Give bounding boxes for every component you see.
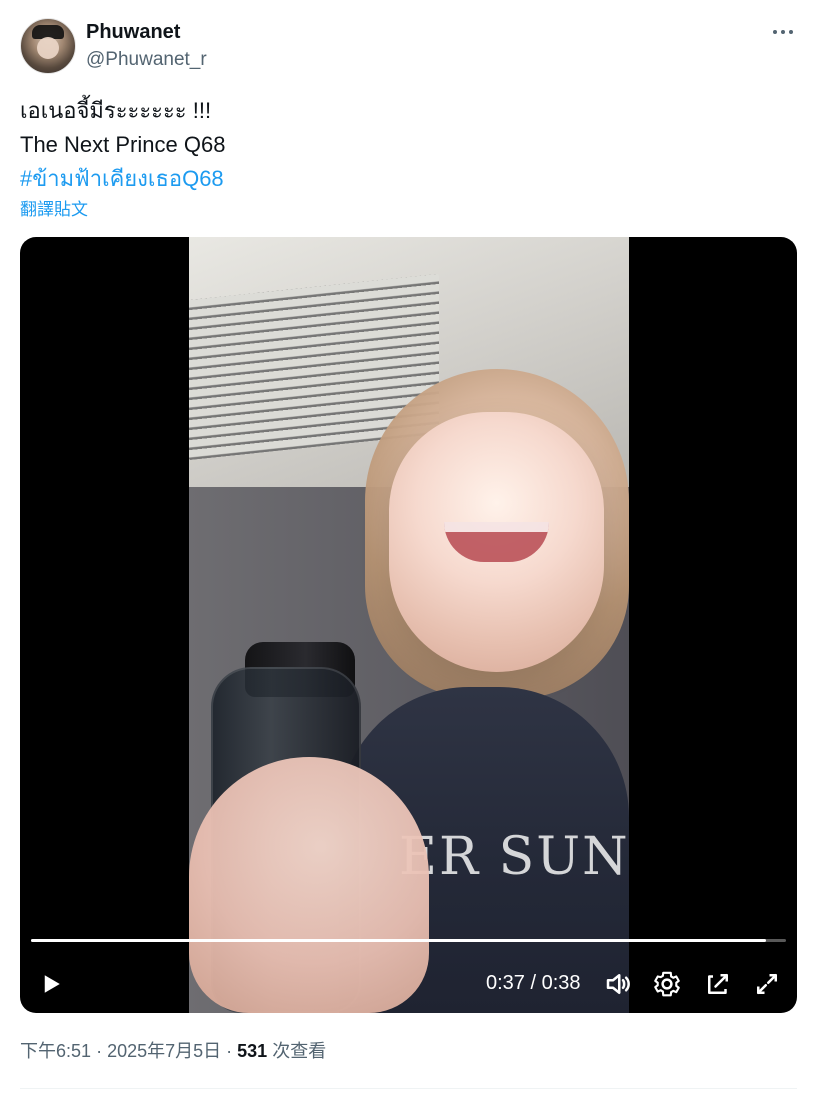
current-time: 0:37: [486, 972, 525, 994]
settings-button[interactable]: [652, 969, 682, 999]
duration-time: 0:38: [541, 972, 581, 994]
time-separator: /: [530, 972, 542, 994]
author-display-name[interactable]: Phuwanet: [86, 20, 180, 44]
post-text-line-1: เอเนอจี้มีระะะะะะ !!!: [20, 98, 212, 123]
video-controls: 0:37 / 0:38: [20, 953, 797, 1013]
volume-button[interactable]: [603, 969, 633, 999]
picture-in-picture-button[interactable]: [703, 969, 733, 999]
translate-post-link[interactable]: 翻譯貼文: [20, 195, 88, 220]
picture-in-picture-icon: [708, 974, 728, 994]
video-player[interactable]: ER SUN 0:37 / 0:38: [20, 237, 797, 1013]
progress-bar[interactable]: [31, 939, 786, 942]
video-frame[interactable]: ER SUN: [189, 237, 629, 1013]
more-options-button[interactable]: [768, 20, 798, 44]
meta-separator: ·: [96, 1041, 108, 1061]
meta-separator: ·: [226, 1041, 238, 1061]
post-date[interactable]: 2025年7月5日: [107, 1041, 221, 1061]
views-label: 次查看: [272, 1041, 327, 1061]
avatar[interactable]: [20, 18, 76, 74]
author-handle[interactable]: @Phuwanet_r: [86, 48, 207, 72]
progress-fill: [31, 939, 767, 942]
play-button[interactable]: [36, 969, 66, 999]
hashtag-link[interactable]: #ข้ามฟ้าเคียงเธอQ68: [20, 162, 780, 196]
more-dot-icon: [773, 30, 777, 34]
more-dot-icon: [789, 30, 793, 34]
settings-icon: [654, 971, 680, 997]
post-text-line-2: The Next Prince Q68: [20, 132, 226, 157]
play-icon: [44, 975, 60, 993]
post-text: เอเนอจี้มีระะะะะะ !!! The Next Prince Q6…: [20, 94, 780, 196]
bottom-divider: [20, 1088, 797, 1089]
shirt-text: ER SUN: [399, 827, 629, 887]
volume-icon: [606, 974, 630, 994]
more-dot-icon: [781, 30, 785, 34]
fullscreen-button[interactable]: [752, 969, 782, 999]
post-header: Phuwanet @Phuwanet_r: [0, 0, 816, 90]
post-meta: 下午6:51 · 2025年7月5日 · 531 次查看: [20, 1037, 326, 1063]
views-count: 531: [237, 1041, 268, 1061]
avatar-face-shape: [37, 37, 59, 59]
post-time[interactable]: 下午6:51: [20, 1041, 91, 1061]
fullscreen-icon: [757, 974, 777, 994]
timecode: 0:37 / 0:38: [486, 971, 581, 995]
